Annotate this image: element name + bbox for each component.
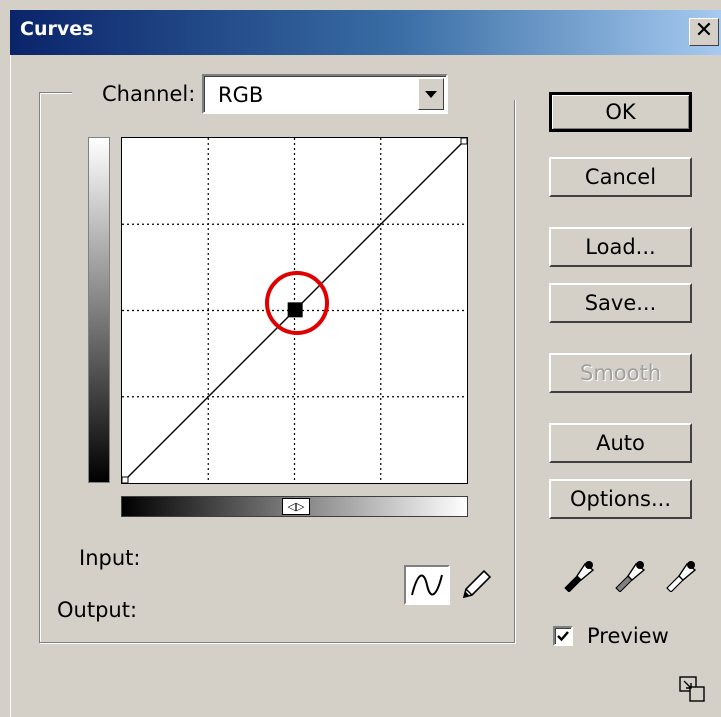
preview-label[interactable]: Preview <box>587 624 669 648</box>
close-icon: ✕ <box>694 18 714 43</box>
highlight-circle <box>265 271 329 335</box>
expand-icon-svg <box>679 676 705 702</box>
channel-label: Channel: <box>100 82 198 106</box>
preview-checkbox[interactable] <box>553 626 573 646</box>
gray-eyedropper-icon[interactable] <box>612 556 648 593</box>
options-button[interactable]: Options... <box>549 479 692 519</box>
close-button[interactable]: ✕ <box>689 18 719 46</box>
checkmark-icon <box>557 631 569 642</box>
curve-icon <box>411 574 443 596</box>
output-label: Output: <box>57 598 138 622</box>
white-eyedropper-icon-svg <box>666 561 697 593</box>
chevron-down-icon[interactable] <box>418 78 444 110</box>
cancel-button[interactable]: Cancel <box>549 157 692 197</box>
white-eyedropper-icon[interactable] <box>663 556 699 593</box>
window-left-border <box>0 55 11 717</box>
curve-tool-button[interactable] <box>404 565 450 605</box>
input-label: Input: <box>79 546 141 570</box>
smooth-button[interactable]: Smooth <box>549 353 692 393</box>
window-title: Curves <box>20 18 94 40</box>
auto-button[interactable]: Auto <box>549 423 692 463</box>
curve-endpoint[interactable] <box>122 476 129 483</box>
output-gradient-bar <box>88 137 110 483</box>
load-button[interactable]: Load... <box>549 227 692 267</box>
gray-eyedropper-icon-svg <box>615 561 646 593</box>
channel-value: RGB <box>218 83 264 107</box>
channel-select[interactable]: RGB <box>202 74 448 114</box>
save-button[interactable]: Save... <box>549 283 692 323</box>
curve-endpoint[interactable] <box>460 138 467 145</box>
black-eyedropper-icon-svg <box>564 561 595 593</box>
ok-button[interactable]: OK <box>549 92 692 132</box>
pencil-icon <box>462 569 492 599</box>
gradient-direction-toggle[interactable]: ◁▷ <box>282 498 310 515</box>
title-gradient <box>10 10 721 55</box>
expand-icon[interactable] <box>676 673 708 705</box>
black-eyedropper-icon[interactable] <box>561 556 597 593</box>
pencil-tool-button[interactable] <box>456 565 496 605</box>
title-bar: Curves ✕ <box>0 0 721 55</box>
